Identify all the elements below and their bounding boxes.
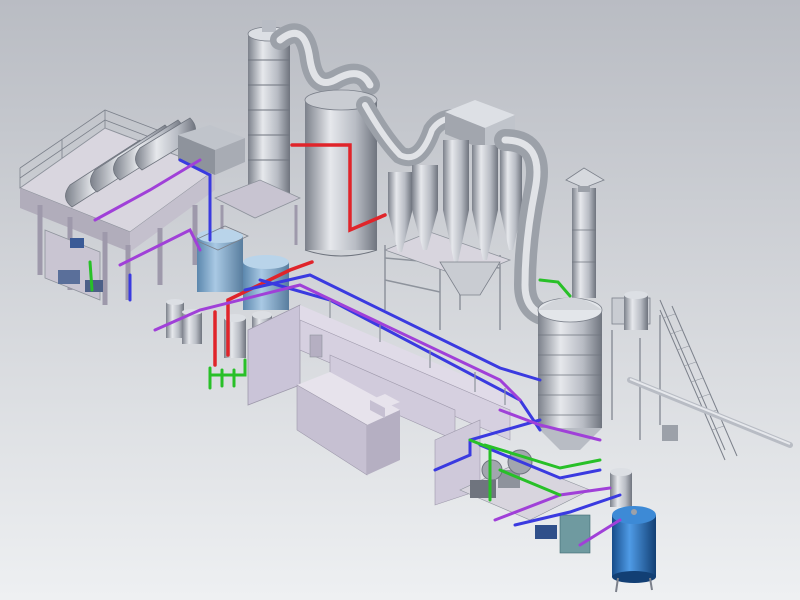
- background: [0, 0, 800, 600]
- plant-layout-scene: [0, 0, 800, 600]
- blue-pressure-tank: [612, 506, 656, 593]
